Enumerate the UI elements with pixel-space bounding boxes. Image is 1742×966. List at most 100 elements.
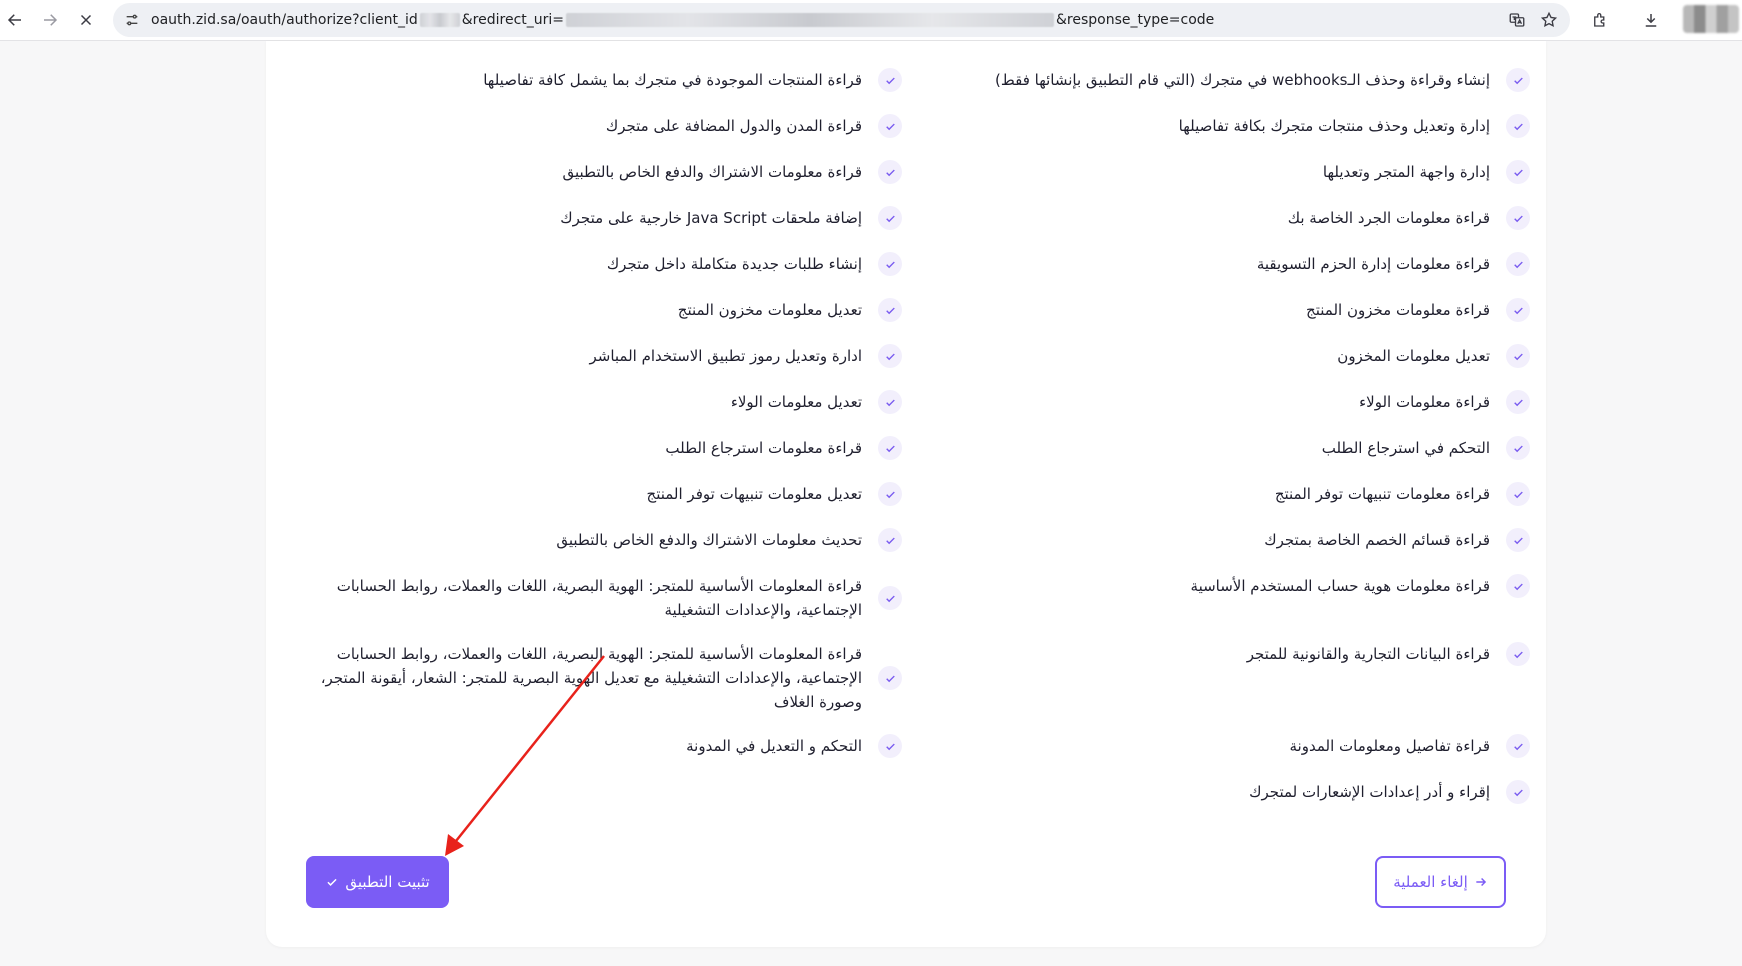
checkmark-icon (878, 436, 902, 460)
permission-label-line: الإجتماعية، والإعدادات التشغيلية (664, 601, 862, 619)
permission-item: قراءة معلومات هوية حساب المستخدم الأساسي… (1191, 574, 1530, 598)
permission-label: قراءة معلومات الجرد الخاصة بك (1287, 209, 1490, 227)
checkmark-icon (1506, 642, 1530, 666)
site-info-icon[interactable] (123, 11, 141, 29)
permission-label: التحكم في استرجاع الطلب (1321, 439, 1490, 457)
checkmark-icon (878, 734, 902, 758)
permission-label: قراءة البيانات التجارية والقانونية للمتج… (1246, 645, 1490, 663)
checkmark-icon (1506, 574, 1530, 598)
permission-label: قراءة معلومات إدارة الحزم التسويقية (1256, 255, 1490, 273)
permission-item: قراءة تفاصيل ومعلومات المدونة (1290, 734, 1530, 758)
permission-label: قراءة معلومات تنبيهات توفر المنتج (1274, 485, 1490, 503)
permission-item: إدارة وتعديل وحذف منتجات متجرك بكافة تفا… (1179, 114, 1530, 138)
permission-label: تعديل معلومات المخزون (1337, 347, 1490, 365)
address-bar[interactable]: oauth.zid.sa/oauth/authorize?client_id &… (113, 3, 1570, 37)
install-app-button[interactable]: تثبيت التطبيق (306, 856, 449, 908)
checkmark-icon (878, 298, 902, 322)
translate-icon[interactable] (1504, 7, 1530, 33)
permission-item: إنشاء طلبات جديدة متكاملة داخل متجرك (607, 252, 902, 276)
check-icon (327, 878, 337, 886)
permission-label: إنشاء طلبات جديدة متكاملة داخل متجرك (606, 255, 862, 273)
checkmark-icon (878, 390, 902, 414)
back-icon[interactable] (2, 7, 28, 33)
permission-label: إنشاء وقراءة وحذف الـwebhooks في متجرك (… (995, 71, 1490, 89)
permission-item: قراءة معلومات مخزون المنتج (1306, 298, 1530, 322)
permission-item: قراءة المدن والدول المضافة على متجرك (606, 114, 902, 138)
permission-item: إقراء و أدر إعدادات الإشعارات لمتجرك (1249, 780, 1530, 804)
permission-label: إقراء و أدر إعدادات الإشعارات لمتجرك (1249, 783, 1490, 801)
url-prefix: oauth.zid.sa/oauth/authorize?client_id (151, 12, 418, 28)
checkmark-icon (878, 666, 902, 690)
cancel-operation-button[interactable]: إلغاء العملية (1375, 856, 1506, 908)
redacted-client-id (419, 13, 460, 27)
extensions-icon[interactable] (1587, 7, 1613, 33)
permission-item: قراءة البيانات التجارية والقانونية للمتج… (1247, 642, 1530, 666)
checkmark-icon (1506, 160, 1530, 184)
permission-item: تعديل معلومات تنبيهات توفر المنتج (647, 482, 902, 506)
permission-label-line: قراءة المعلومات الأساسية للمتجر: الهوية … (336, 645, 862, 663)
checkmark-icon (878, 160, 902, 184)
permission-label: قراءة قسائم الخصم الخاصة بمتجرك (1264, 531, 1490, 549)
permission-label: قراءة معلومات الاشتراك والدفع الخاص بالت… (562, 163, 862, 181)
permission-label: تحديث معلومات الاشتراك والدفع الخاص بالت… (556, 531, 862, 549)
checkmark-icon (1506, 344, 1530, 368)
permission-item: قراءة معلومات الجرد الخاصة بك (1288, 206, 1530, 230)
permission-item: التحكم في استرجاع الطلب (1322, 436, 1530, 460)
permission-item: تعديل معلومات الولاء (731, 390, 902, 414)
permission-item: قراءة قسائم الخصم الخاصة بمتجرك (1264, 528, 1530, 552)
bookmark-star-icon[interactable] (1536, 7, 1562, 33)
permission-item: إنشاء وقراءة وحذف الـwebhooks في متجرك (… (995, 68, 1530, 92)
permission-label: إدارة وتعديل وحذف منتجات متجرك بكافة تفا… (1178, 117, 1490, 135)
permission-item: قراءة المعلومات الأساسية للمتجر: الهوية … (321, 642, 902, 714)
checkmark-icon (878, 482, 902, 506)
permission-label: قراءة المعلومات الأساسية للمتجر: الهوية … (321, 642, 862, 714)
permission-label: التحكم و التعديل في المدونة (686, 737, 862, 755)
permission-item: قراءة المنتجات الموجودة في متجرك بما يشم… (483, 68, 902, 92)
permission-item: قراءة معلومات إدارة الحزم التسويقية (1257, 252, 1530, 276)
permission-label-line: الإجتماعية، والإعدادات التشغيلية مع تعدي… (320, 669, 862, 687)
permission-item: إضافة ملحقات Java Script خارجية على متجر… (560, 206, 902, 230)
permission-label: تعديل معلومات تنبيهات توفر المنتج (646, 485, 862, 503)
url-redirect: &redirect_uri= (461, 12, 565, 28)
permission-item: تحديث معلومات الاشتراك والدفع الخاص بالت… (556, 528, 902, 552)
permission-item: تعديل معلومات مخزون المنتج (678, 298, 902, 322)
permission-label: قراءة المنتجات الموجودة في متجرك بما يشم… (483, 71, 862, 89)
install-app-label: تثبيت التطبيق (345, 873, 430, 891)
forward-icon[interactable] (37, 7, 63, 33)
permission-label: قراءة معلومات مخزون المنتج (1306, 301, 1490, 319)
permission-label: تعديل معلومات الولاء (730, 393, 862, 411)
checkmark-icon (1506, 734, 1530, 758)
permission-label: قراءة المعلومات الأساسية للمتجر: الهوية … (337, 574, 862, 622)
stop-loading-icon[interactable] (73, 7, 99, 33)
permission-item: التحكم و التعديل في المدونة (686, 734, 902, 758)
checkmark-icon (1506, 114, 1530, 138)
cancel-operation-label: إلغاء العملية (1393, 873, 1468, 891)
permission-label: تعديل معلومات مخزون المنتج (677, 301, 862, 319)
permission-item: تعديل معلومات المخزون (1337, 344, 1530, 368)
permission-item: ادارة وتعديل رموز تطبيق الاستخدام المباش… (589, 344, 902, 368)
checkmark-icon (878, 528, 902, 552)
checkmark-icon (1506, 436, 1530, 460)
permission-label-line: قراءة المعلومات الأساسية للمتجر: الهوية … (336, 577, 862, 595)
checkmark-icon (1506, 252, 1530, 276)
permission-label: ادارة وتعديل رموز تطبيق الاستخدام المباش… (589, 347, 862, 365)
browser-toolbar: oauth.zid.sa/oauth/authorize?client_id &… (0, 0, 1742, 41)
profile-avatar[interactable] (1683, 5, 1739, 33)
permission-item: قراءة معلومات الولاء (1359, 390, 1530, 414)
permission-label: إضافة ملحقات Java Script خارجية على متجر… (560, 209, 862, 227)
permission-item: قراءة معلومات تنبيهات توفر المنتج (1275, 482, 1530, 506)
redacted-redirect-uri (566, 13, 1055, 27)
permission-item: قراءة معلومات الاشتراك والدفع الخاص بالت… (562, 160, 902, 184)
checkmark-icon (1506, 528, 1530, 552)
checkmark-icon (878, 114, 902, 138)
url-suffix: &response_type=code (1056, 12, 1215, 28)
checkmark-icon (1506, 780, 1530, 804)
url-text[interactable]: oauth.zid.sa/oauth/authorize?client_id &… (151, 3, 1214, 37)
permission-label: قراءة معلومات استرجاع الطلب (665, 439, 862, 457)
permission-label: قراءة معلومات الولاء (1359, 393, 1490, 411)
permission-label: قراءة معلومات هوية حساب المستخدم الأساسي… (1190, 577, 1490, 595)
download-icon[interactable] (1638, 7, 1664, 33)
permission-label: إدارة واجهة المتجر وتعديلها (1322, 163, 1490, 181)
permission-item: قراءة معلومات استرجاع الطلب (665, 436, 902, 460)
permission-label-line: وصورة الغلاف (773, 693, 862, 711)
